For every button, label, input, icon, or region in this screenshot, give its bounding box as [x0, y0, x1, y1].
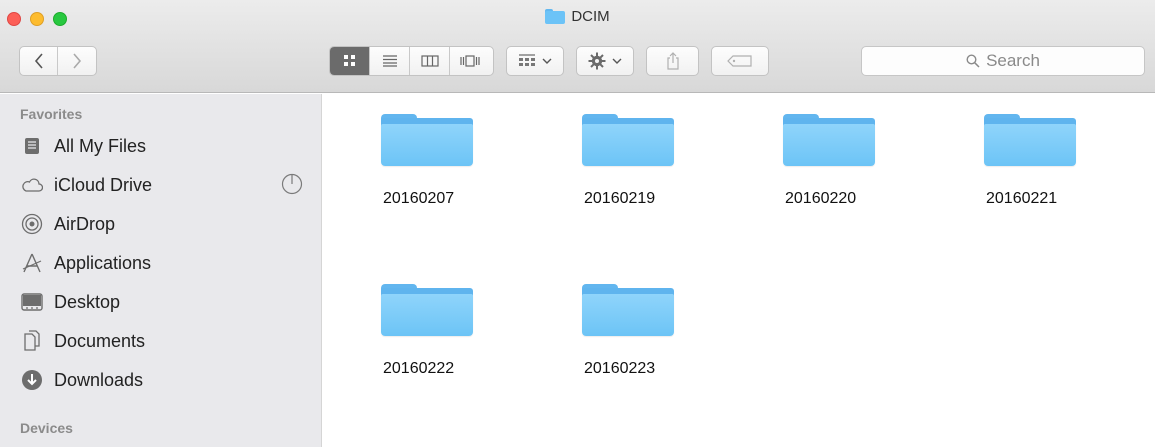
- folder-item[interactable]: 20160223: [544, 264, 684, 414]
- column-view-button[interactable]: [410, 47, 450, 75]
- folder-item[interactable]: 20160221: [946, 94, 1086, 244]
- all-files-icon: [20, 134, 44, 158]
- folder-icon: [545, 9, 566, 24]
- chevron-right-icon: [73, 53, 82, 69]
- chevron-down-icon: [542, 58, 552, 64]
- finder-window: DCIM Search Favorites All My Files iClou…: [0, 0, 1155, 447]
- sidebar-item-downloads[interactable]: Downloads: [20, 365, 320, 395]
- folder-name: 20160221: [986, 190, 1058, 207]
- window-title: DCIM: [571, 8, 610, 25]
- cover-flow-view-button[interactable]: [450, 47, 490, 75]
- sidebar-item-icloud-drive[interactable]: iCloud Drive: [20, 170, 320, 200]
- documents-icon: [20, 329, 44, 353]
- sync-progress-icon: [281, 173, 303, 195]
- back-button[interactable]: [20, 47, 58, 75]
- sidebar-item-desktop[interactable]: Desktop: [20, 287, 320, 317]
- sidebar-item-all-my-files[interactable]: All My Files: [20, 131, 320, 161]
- forward-button[interactable]: [58, 47, 96, 75]
- sidebar-item-airdrop[interactable]: AirDrop: [20, 209, 320, 239]
- title-bar: DCIM Search: [0, 0, 1155, 93]
- downloads-icon: [20, 368, 44, 392]
- airdrop-icon: [20, 212, 44, 236]
- tag-button[interactable]: [711, 46, 769, 76]
- sidebar-item-label: AirDrop: [54, 213, 116, 234]
- sidebar: Favorites All My Files iCloud Drive AirD…: [0, 94, 322, 447]
- folder-icon: [783, 94, 875, 166]
- search-field[interactable]: Search: [861, 46, 1145, 76]
- folder-icon: [381, 264, 473, 336]
- folder-name: 20160223: [584, 360, 656, 377]
- folder-item[interactable]: 20160219: [544, 94, 684, 244]
- applications-icon: [20, 251, 44, 275]
- desktop-icon: [20, 290, 44, 314]
- cloud-icon: [20, 173, 44, 197]
- sidebar-heading-devices: Devices: [20, 420, 73, 436]
- folder-icon: [984, 94, 1076, 166]
- gear-icon: [588, 52, 606, 70]
- share-button[interactable]: [646, 46, 699, 76]
- list-view-button[interactable]: [370, 47, 410, 75]
- sidebar-item-label: iCloud Drive: [54, 174, 153, 195]
- window-title-area: DCIM: [0, 8, 1155, 28]
- tag-icon: [727, 55, 752, 67]
- folder-name: 20160219: [584, 190, 656, 207]
- arrange-button[interactable]: [506, 46, 564, 76]
- sidebar-item-label: All My Files: [54, 135, 147, 156]
- action-button[interactable]: [576, 46, 634, 76]
- arrange-icon: [519, 54, 535, 66]
- folder-icon: [582, 94, 674, 166]
- columns-icon: [420, 55, 439, 67]
- folder-item[interactable]: 20160222: [343, 264, 483, 414]
- folder-item[interactable]: 20160220: [745, 94, 885, 244]
- chevron-down-icon: [612, 58, 622, 64]
- sidebar-item-applications[interactable]: Applications: [20, 248, 320, 278]
- folder-item[interactable]: 20160207: [343, 94, 483, 244]
- file-grid: 20160207 20160219 20160220 20160221 2016…: [323, 94, 1155, 447]
- folder-icon: [381, 94, 473, 166]
- sidebar-item-documents[interactable]: Documents: [20, 326, 320, 356]
- list-icon: [382, 55, 397, 67]
- sidebar-item-label: Applications: [54, 252, 152, 273]
- sidebar-item-label: Desktop: [54, 291, 121, 312]
- share-icon: [666, 52, 679, 70]
- view-mode-selector: [329, 46, 494, 76]
- folder-name: 20160220: [785, 190, 857, 207]
- sidebar-item-label: Downloads: [54, 369, 144, 390]
- nav-buttons: [19, 46, 97, 76]
- folder-name: 20160222: [383, 360, 455, 377]
- grid-icon: [343, 55, 355, 66]
- search-placeholder: Search: [986, 51, 1040, 70]
- folder-name: 20160207: [383, 190, 455, 207]
- folder-icon: [582, 264, 674, 336]
- sidebar-heading-favorites: Favorites: [20, 106, 83, 122]
- cover-flow-icon: [460, 55, 480, 67]
- search-icon: [966, 54, 980, 68]
- sidebar-item-label: Documents: [54, 330, 146, 351]
- chevron-left-icon: [34, 53, 43, 69]
- icon-view-button[interactable]: [330, 47, 370, 75]
